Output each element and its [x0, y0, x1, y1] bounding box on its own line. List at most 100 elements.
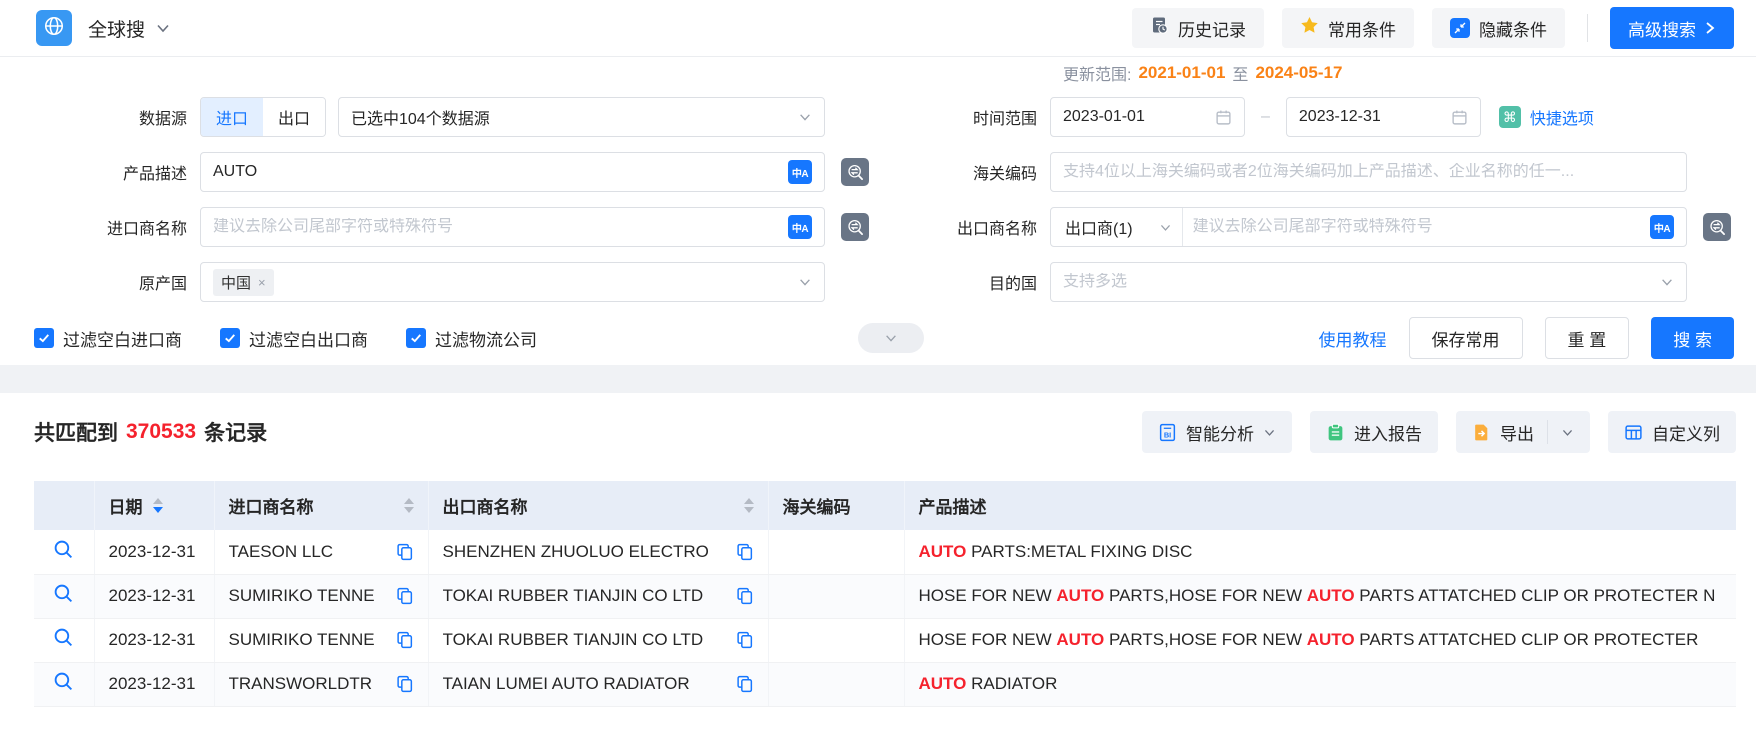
tab-import[interactable]: 进口: [201, 98, 263, 136]
checkbox-checked-icon[interactable]: [406, 328, 426, 348]
date-end-value[interactable]: [1298, 108, 1451, 126]
header-exporter[interactable]: 出口商名称: [428, 481, 769, 530]
cell-date: 2023-12-31: [94, 662, 215, 707]
copy-icon[interactable]: [396, 587, 414, 605]
quick-options-link[interactable]: 快捷选项: [1530, 105, 1594, 129]
count-number: 370533: [126, 420, 197, 443]
copy-icon[interactable]: [736, 675, 754, 693]
tab-export[interactable]: 出口: [263, 98, 325, 136]
favorites-button[interactable]: 常用条件: [1282, 8, 1414, 48]
update-range-end: 2024-05-17: [1255, 63, 1343, 82]
translate-icon[interactable]: 中A: [788, 215, 812, 239]
advanced-search-label: 高级搜索: [1628, 20, 1696, 40]
sort-icon[interactable]: [152, 498, 163, 513]
copy-icon[interactable]: [736, 587, 754, 605]
section-divider: [0, 365, 1756, 393]
checkbox-checked-icon[interactable]: [220, 328, 240, 348]
row-magnifier-icon[interactable]: [53, 539, 74, 560]
row-magnifier-icon[interactable]: [53, 671, 74, 692]
origin-country-select[interactable]: 中国 ×: [200, 262, 825, 302]
chevron-down-icon: [800, 114, 810, 121]
match-mode-icon[interactable]: [841, 158, 869, 186]
collapse-form-button[interactable]: [858, 323, 924, 353]
product-desc-input[interactable]: [213, 163, 788, 181]
sort-icon[interactable]: [403, 498, 414, 513]
dest-country-input[interactable]: [1063, 273, 1660, 291]
reset-button[interactable]: 重 置: [1544, 317, 1630, 359]
update-range-start: 2021-01-01: [1138, 63, 1226, 82]
smart-analysis-button[interactable]: BI 智能分析: [1142, 411, 1292, 453]
save-common-button[interactable]: 保存常用: [1408, 317, 1523, 359]
cell-importer[interactable]: TRANSWORLDTR: [229, 674, 373, 694]
chevron-down-icon[interactable]: [1561, 426, 1574, 439]
date-start-input[interactable]: [1050, 97, 1245, 137]
translate-icon[interactable]: 中A: [788, 160, 812, 184]
custom-columns-label: 自定义列: [1652, 424, 1720, 444]
table-row[interactable]: 2023-12-31 SUMIRIKO TENNE TOKAI RUBBER T…: [34, 574, 1736, 619]
cell-product: AUTO RADIATOR: [904, 662, 1736, 707]
update-range: 更新范围: 2021-01-01 至 2024-05-17: [1063, 61, 1756, 85]
dest-country-select[interactable]: [1050, 262, 1687, 302]
search-button[interactable]: 搜 索: [1651, 317, 1734, 359]
translate-icon[interactable]: 中A: [1650, 215, 1674, 239]
form-actions: 使用教程 保存常用 重 置 搜 索: [1319, 317, 1734, 359]
hs-code-input[interactable]: [1063, 163, 1674, 181]
row-magnifier-icon[interactable]: [53, 627, 74, 648]
history-label: 历史记录: [1178, 20, 1246, 40]
copy-icon[interactable]: [396, 543, 414, 561]
history-button[interactable]: 历史记录: [1132, 8, 1264, 48]
copy-icon[interactable]: [736, 543, 754, 561]
cell-importer[interactable]: TAESON LLC: [229, 542, 334, 562]
svg-text:BI: BI: [1164, 430, 1171, 439]
copy-icon[interactable]: [396, 631, 414, 649]
header-importer[interactable]: 进口商名称: [214, 481, 429, 530]
filter-blank-importer[interactable]: 过滤空白进口商: [34, 326, 182, 351]
hide-conditions-button[interactable]: 隐藏条件: [1432, 8, 1565, 48]
exporter-type-select[interactable]: 出口商(1): [1063, 208, 1183, 246]
copy-icon[interactable]: [736, 631, 754, 649]
filter-logistics[interactable]: 过滤物流公司: [406, 326, 537, 351]
cell-importer[interactable]: SUMIRIKO TENNE: [229, 586, 375, 606]
collapse-arrows-icon: [1450, 18, 1470, 38]
calendar-icon: [1216, 110, 1231, 125]
filter-label: 过滤空白出口商: [249, 330, 368, 350]
cell-hs-code: [768, 662, 905, 707]
date-start-value[interactable]: [1063, 108, 1215, 126]
table-row[interactable]: 2023-12-31 TRANSWORLDTR TAIAN LUMEI AUTO…: [34, 662, 1736, 707]
cell-exporter[interactable]: TOKAI RUBBER TIANJIN CO LTD: [443, 586, 704, 606]
importer-input[interactable]: [213, 218, 788, 236]
advanced-search-button[interactable]: 高级搜索: [1610, 7, 1734, 49]
tutorial-link[interactable]: 使用教程: [1319, 326, 1387, 351]
data-source-select[interactable]: 已选中104个数据源: [338, 97, 825, 137]
match-mode-icon[interactable]: [1703, 213, 1731, 241]
match-mode-icon[interactable]: [841, 213, 869, 241]
chevron-down-icon: [1264, 429, 1275, 436]
history-icon: [1150, 16, 1169, 40]
chevron-down-icon[interactable]: [155, 20, 171, 36]
row-magnifier-icon[interactable]: [53, 583, 74, 604]
cell-exporter[interactable]: TAIAN LUMEI AUTO RADIATOR: [443, 674, 690, 694]
exporter-input[interactable]: [1192, 218, 1650, 236]
search-form: 更新范围: 2021-01-01 至 2024-05-17 数据源 进口 出口 …: [0, 57, 1756, 365]
cell-exporter[interactable]: TOKAI RUBBER TIANJIN CO LTD: [443, 630, 704, 650]
export-button[interactable]: 导出: [1456, 411, 1590, 453]
cell-exporter[interactable]: SHENZHEN ZHUOLUO ELECTRO: [443, 542, 709, 562]
cell-importer[interactable]: SUMIRIKO TENNE: [229, 630, 375, 650]
divider: [1587, 14, 1588, 42]
table-row[interactable]: 2023-12-31 TAESON LLC SHENZHEN ZHUOLUO E…: [34, 530, 1736, 575]
custom-columns-button[interactable]: 自定义列: [1608, 411, 1736, 453]
copy-icon[interactable]: [396, 675, 414, 693]
sort-icon[interactable]: [743, 498, 754, 513]
remove-tag-icon[interactable]: ×: [258, 275, 266, 290]
checkbox-checked-icon[interactable]: [34, 328, 54, 348]
cell-hs-code: [768, 618, 905, 663]
enter-report-button[interactable]: 进入报告: [1310, 411, 1438, 453]
cell-date: 2023-12-31: [94, 530, 215, 575]
filter-blank-exporter[interactable]: 过滤空白出口商: [220, 326, 368, 351]
table-row[interactable]: 2023-12-31 SUMIRIKO TENNE TOKAI RUBBER T…: [34, 618, 1736, 663]
header-date[interactable]: 日期: [94, 481, 215, 530]
quick-options-icon: ⌘: [1498, 106, 1521, 128]
bi-chart-icon: BI: [1159, 423, 1176, 441]
export-label: 导出: [1500, 424, 1534, 444]
date-end-input[interactable]: [1285, 97, 1481, 137]
